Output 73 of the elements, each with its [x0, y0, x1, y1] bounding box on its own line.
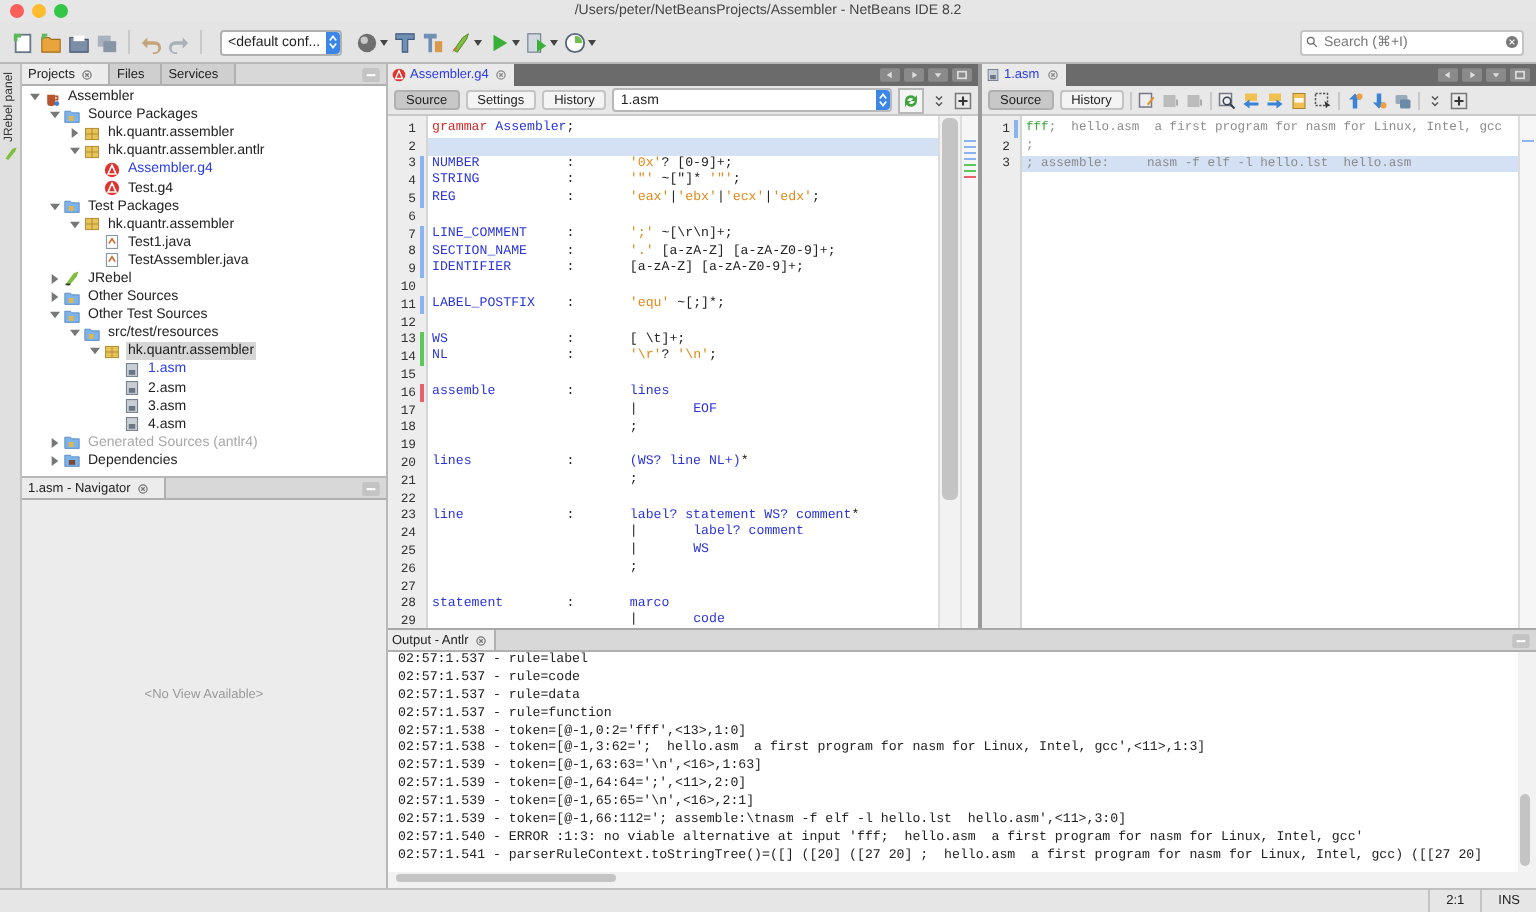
stepper-icon [328, 34, 339, 50]
close-icon[interactable] [476, 635, 487, 645]
clear-icon[interactable] [1506, 36, 1518, 48]
expand-triangle-icon[interactable] [49, 455, 59, 466]
arrow-down-icon[interactable] [1369, 91, 1388, 109]
asm-icon [986, 68, 1000, 82]
package-icon [84, 216, 100, 233]
forward-icon[interactable] [1185, 91, 1204, 109]
sphere-icon[interactable] [356, 31, 379, 53]
close-icon[interactable] [496, 70, 507, 80]
plus-icon[interactable] [954, 91, 972, 109]
last-edit-icon[interactable] [1137, 91, 1156, 109]
scroll-left-button[interactable] [1438, 68, 1458, 82]
new-file-icon[interactable] [12, 31, 34, 53]
scroll-left-button[interactable] [880, 68, 900, 82]
close-icon[interactable] [138, 483, 149, 493]
arrow-right-icon[interactable] [1265, 91, 1284, 109]
document-list-button[interactable] [1486, 68, 1506, 82]
rocket-icon [3, 146, 17, 161]
scroll-right-button[interactable] [1462, 68, 1482, 82]
collapse-triangle-icon[interactable] [69, 146, 79, 157]
scrollbar[interactable] [1518, 652, 1536, 872]
collapse-triangle-icon[interactable] [49, 201, 59, 212]
collapse-triangle-icon[interactable] [69, 328, 79, 339]
project-icon [44, 89, 60, 106]
jrebel-icon [64, 270, 80, 287]
hammer-icon[interactable] [394, 31, 417, 53]
back-icon[interactable] [1161, 91, 1180, 109]
caret-icon[interactable] [474, 39, 483, 45]
folder-icon [84, 325, 100, 342]
maximize-button[interactable] [952, 68, 972, 82]
package-icon [104, 343, 120, 360]
scrollbar[interactable] [938, 116, 960, 628]
refresh-icon[interactable] [898, 87, 924, 113]
library-icon [64, 452, 80, 469]
collapse-triangle-icon[interactable] [49, 310, 59, 321]
maximize-button[interactable] [1510, 68, 1530, 82]
collapse-triangle-icon[interactable] [49, 110, 59, 121]
scroll-right-button[interactable] [904, 68, 924, 82]
caret-icon[interactable] [512, 39, 521, 45]
arrow-up-icon[interactable] [1345, 91, 1364, 109]
caret-icon[interactable] [550, 39, 559, 45]
grammar-icon [392, 68, 406, 82]
collapse-triangle-icon[interactable] [69, 219, 79, 230]
expand-triangle-icon[interactable] [49, 273, 59, 284]
document-list-button[interactable] [928, 68, 948, 82]
new-folder-icon[interactable] [40, 31, 62, 53]
scrollbar[interactable] [388, 872, 1536, 888]
caret-icon[interactable] [588, 39, 597, 45]
plus-icon[interactable] [1449, 91, 1468, 109]
gauge-icon[interactable] [564, 31, 587, 53]
close-icon[interactable] [1047, 70, 1058, 80]
collapse-triangle-icon[interactable] [29, 92, 39, 103]
magnifier-icon[interactable] [1217, 91, 1236, 109]
collapse-triangle-icon[interactable] [89, 346, 99, 357]
folder-icon [64, 434, 80, 451]
expand-triangle-icon[interactable] [49, 292, 59, 303]
stepper-icon [878, 92, 888, 108]
hammer-broom-icon[interactable] [422, 31, 445, 53]
expand-triangle-icon[interactable] [69, 128, 79, 139]
open-folder-icon[interactable] [68, 31, 90, 53]
folder-icon [64, 198, 80, 215]
close-project-icon[interactable] [96, 31, 118, 53]
close-window-button[interactable] [10, 4, 24, 18]
close-icon[interactable] [82, 69, 93, 79]
zoom-window-button[interactable] [54, 4, 68, 18]
chevron-icon[interactable] [930, 91, 948, 109]
search-icon [1306, 36, 1318, 48]
comment-icon[interactable] [1393, 91, 1412, 109]
folder-icon [64, 107, 80, 124]
caret-icon[interactable] [380, 39, 389, 45]
selection-icon[interactable] [1313, 91, 1332, 109]
highlight-icon[interactable] [1289, 91, 1308, 109]
